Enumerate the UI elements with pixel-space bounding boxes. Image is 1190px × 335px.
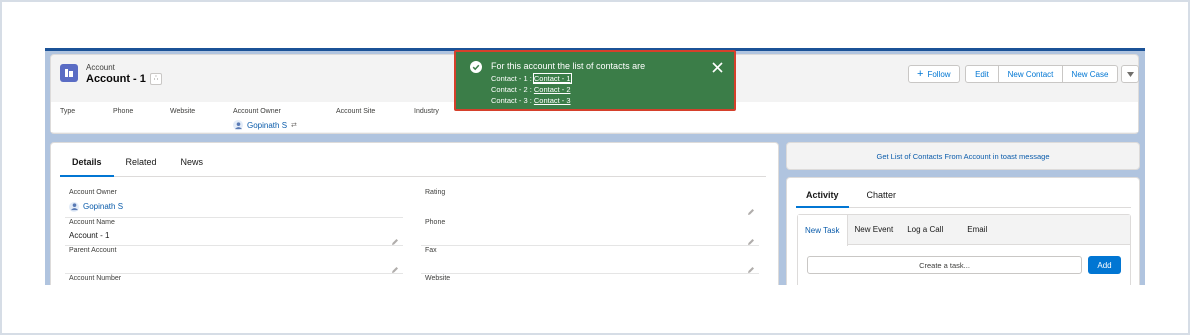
contact-link[interactable]: Contact - 1 — [532, 73, 572, 84]
toast-line-prefix: Contact - 1 : — [491, 74, 532, 83]
toast-title: For this account the list of contacts ar… — [491, 61, 646, 71]
edit-pencil-icon[interactable] — [747, 203, 755, 215]
follow-label: Follow — [927, 69, 951, 79]
field-value: Account - 1 — [69, 231, 110, 240]
type-label: Type — [60, 108, 76, 115]
account-icon — [60, 64, 78, 82]
more-actions-button[interactable] — [1121, 65, 1139, 83]
field-label: Account Owner — [69, 189, 117, 196]
website-label: Website — [170, 108, 196, 115]
field-label: Account Name — [69, 219, 115, 226]
industry-label: Industry — [414, 108, 439, 115]
edit-pencil-icon[interactable] — [391, 233, 399, 245]
edit-pencil-icon[interactable] — [747, 233, 755, 245]
activity-card: Activity Chatter New Task New Event Log … — [786, 177, 1140, 285]
new-case-button[interactable]: New Case — [1063, 65, 1118, 83]
field-label: Rating — [425, 189, 446, 196]
edit-pencil-icon[interactable] — [391, 261, 399, 273]
field-divider — [421, 245, 759, 246]
field-label: Fax — [425, 247, 437, 254]
field-value: Gopinath S — [69, 201, 399, 212]
hierarchy-icon[interactable]: ∴ — [150, 73, 162, 85]
get-contacts-action[interactable]: Get List of Contacts From Account in toa… — [786, 142, 1140, 170]
new-contact-button[interactable]: New Contact — [999, 65, 1063, 83]
plus-icon: + — [917, 67, 924, 80]
record-tabs: Details Related News — [60, 153, 766, 177]
toast-line: Contact - 2 : Contact - 2 — [491, 85, 571, 94]
field-account-name: Account Name Account - 1 — [65, 219, 403, 246]
create-task-input[interactable]: Create a task... — [807, 256, 1082, 274]
owner-link[interactable]: Gopinath S — [83, 202, 123, 211]
field-label: Account Number — [69, 275, 122, 282]
field-account-owner: Account Owner Gopinath S — [65, 189, 403, 218]
field-value — [425, 259, 755, 270]
field-divider — [65, 273, 403, 274]
details-card: Details Related News Account Owner Gopin… — [50, 142, 779, 285]
field-label: Parent Account — [69, 247, 117, 254]
edit-pencil-icon[interactable] — [747, 261, 755, 273]
edit-button[interactable]: Edit — [965, 65, 999, 83]
contact-link[interactable]: Contact - 3 — [534, 96, 571, 105]
activity-publisher: New Task New Event Log a Call Email Crea… — [797, 214, 1131, 285]
tab-details[interactable]: Details — [60, 153, 114, 177]
activity-tabs: Activity Chatter — [796, 186, 1131, 208]
tab-email[interactable]: Email — [960, 215, 994, 244]
account-site-label: Account Site — [336, 108, 376, 115]
tab-related[interactable]: Related — [114, 153, 169, 176]
field-fax: Fax — [421, 247, 759, 274]
record-title: Account - 1 — [86, 73, 146, 85]
field-parent-account: Parent Account — [65, 247, 403, 274]
action-buttons: Edit New Contact New Case — [965, 65, 1139, 83]
tab-new-task[interactable]: New Task — [798, 215, 848, 246]
owner-link[interactable]: Gopinath S — [247, 121, 287, 130]
add-button[interactable]: Add — [1088, 256, 1121, 274]
field-divider — [65, 245, 403, 246]
field-rating: Rating — [425, 189, 755, 215]
contact-link[interactable]: Contact - 2 — [534, 85, 571, 94]
field-divider — [421, 273, 759, 274]
phone-label: Phone — [113, 108, 134, 115]
publisher-tabs: New Task New Event Log a Call Email — [798, 215, 1130, 246]
tab-chatter[interactable]: Chatter — [857, 186, 907, 207]
field-label: Website — [425, 275, 451, 282]
account-owner-label: Account Owner — [233, 108, 281, 115]
field-website: Website — [425, 275, 755, 282]
tab-activity[interactable]: Activity — [796, 186, 849, 208]
field-value — [425, 201, 755, 212]
chevron-down-icon — [1126, 71, 1134, 77]
field-phone: Phone — [421, 219, 759, 246]
salesforce-app: Account Account - 1 ∴ + Follow Edit New … — [45, 48, 1145, 285]
toast-line: Contact - 1 : Contact - 1 — [491, 73, 572, 84]
close-icon[interactable] — [712, 62, 723, 73]
tab-news[interactable]: News — [169, 153, 216, 176]
toast-line: Contact - 3 : Contact - 3 — [491, 96, 571, 105]
object-type-label: Account — [86, 63, 115, 72]
toast-line-prefix: Contact - 3 : — [491, 96, 532, 105]
user-avatar-icon — [69, 201, 79, 212]
user-avatar-icon — [233, 120, 243, 130]
follow-group: + Follow — [908, 65, 960, 83]
field-value — [425, 231, 755, 242]
field-value — [69, 259, 399, 270]
change-owner-icon[interactable]: ⇄ — [291, 121, 297, 129]
account-owner-value: Gopinath S ⇄ — [233, 120, 297, 130]
field-divider — [65, 217, 403, 218]
success-toast: For this account the list of contacts ar… — [454, 50, 736, 111]
toast-line-prefix: Contact - 2 : — [491, 85, 532, 94]
tab-log-a-call[interactable]: Log a Call — [900, 215, 950, 244]
success-check-icon — [470, 61, 482, 73]
field-label: Phone — [425, 219, 446, 226]
field-account-number: Account Number — [69, 275, 399, 282]
tab-new-event[interactable]: New Event — [848, 215, 901, 244]
follow-button[interactable]: + Follow — [908, 65, 960, 83]
